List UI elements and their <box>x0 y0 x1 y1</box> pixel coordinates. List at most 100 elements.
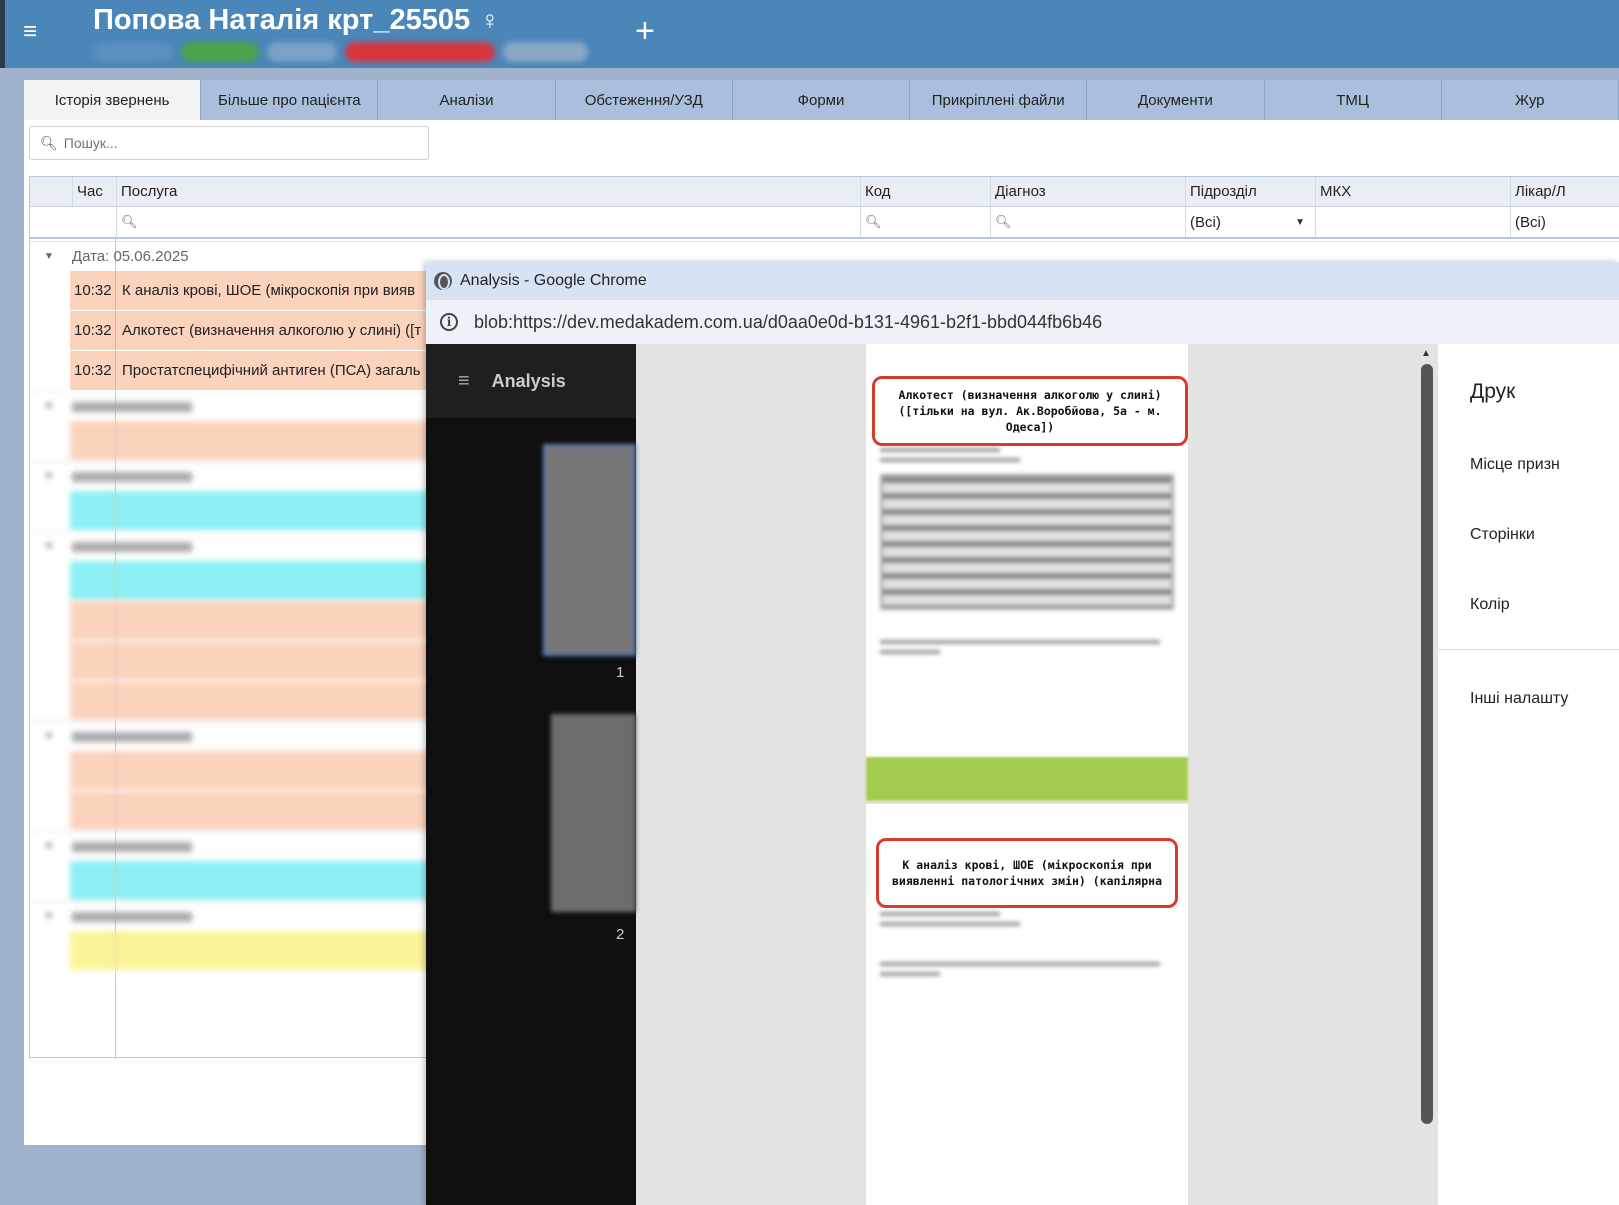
search-icon: 🔍︎ <box>121 214 138 229</box>
redacted-text <box>880 912 1030 932</box>
info-icon[interactable]: i <box>440 313 458 331</box>
app-header: ≡ Попова Наталія крт_25505 ♀ + <box>0 0 1619 68</box>
column-diagnosis[interactable]: Діагноз <box>990 177 1185 206</box>
page1-heading: Алкотест (визначення алкоголю у слині) (… <box>872 376 1188 446</box>
scroll-up-icon[interactable]: ▲ <box>1421 348 1431 359</box>
grid-filter-row: 🔍︎ 🔍︎ 🔍︎ (Всі) ▼ (Всі) <box>30 207 1619 239</box>
globe-icon <box>434 272 452 290</box>
tab-journal[interactable]: Жур <box>1441 80 1619 120</box>
redacted-line <box>880 922 1020 926</box>
patient-name: Попова Наталія крт_25505 ♀ <box>93 4 500 37</box>
redacted-line <box>880 912 1000 916</box>
hamburger-icon[interactable]: ≡ <box>23 20 45 44</box>
collapse-icon: ▼ <box>44 841 54 852</box>
search-box: 🔍︎ <box>29 126 429 160</box>
doctor-filter[interactable]: (Всі) <box>1510 207 1619 237</box>
row-time: 10:32 <box>70 311 116 350</box>
column-code[interactable]: Код <box>860 177 990 206</box>
tab-documents[interactable]: Документи <box>1087 80 1265 120</box>
collapse-icon[interactable]: ▼ <box>44 251 54 262</box>
collapse-icon: ▼ <box>44 471 54 482</box>
address-bar[interactable]: i blob:https://dev.medakadem.com.ua/d0aa… <box>426 300 1619 344</box>
page2-heading: К аналіз крові, ШОЕ (мікроскопія при вия… <box>876 838 1178 908</box>
window-title: Analysis - Google Chrome <box>460 272 647 289</box>
print-title: Друк <box>1470 380 1516 403</box>
redacted-line <box>880 448 1000 452</box>
redacted-text <box>880 640 1160 660</box>
row-service: К аналіз крові, ШОЕ (мікроскопія при вия… <box>122 282 416 299</box>
collapse-icon: ▼ <box>44 541 54 552</box>
meta-badge <box>181 42 259 62</box>
search-icon: 🔍︎ <box>995 214 1012 229</box>
row-time <box>70 601 116 640</box>
pdf-viewer: ≡ Analysis 1 2 Алкотест (визначення алко… <box>426 344 1619 1205</box>
color-label: Колір <box>1470 596 1510 613</box>
grid-header: Час Послуга Код Діагноз Підрозділ МКХ Лі… <box>30 177 1619 207</box>
redacted-text <box>71 731 192 742</box>
code-filter[interactable]: 🔍︎ <box>860 207 990 237</box>
column-mkh[interactable]: МКХ <box>1315 177 1510 206</box>
chrome-popup-window: Analysis - Google Chrome i blob:https://… <box>426 262 1619 1205</box>
mkh-filter[interactable] <box>1315 207 1510 237</box>
chrome-title-bar[interactable]: Analysis - Google Chrome <box>426 262 1619 300</box>
meta-badge <box>503 42 588 62</box>
tab-forms[interactable]: Форми <box>732 80 911 120</box>
row-time: 10:32 <box>70 351 116 390</box>
diagnosis-filter[interactable]: 🔍︎ <box>990 207 1185 237</box>
group-date-label: Дата: 05.06.2025 <box>71 248 189 265</box>
redacted-text <box>71 401 192 412</box>
viewer-title: Analysis <box>491 370 566 391</box>
redacted-text <box>71 911 192 922</box>
hamburger-icon[interactable]: ≡ <box>458 370 470 393</box>
tab-more-about-patient[interactable]: Більше про пацієнта <box>201 80 379 120</box>
row-time <box>70 791 116 830</box>
page-thumbnail-1[interactable] <box>543 444 636 656</box>
row-time <box>70 561 116 600</box>
redacted-text <box>880 962 1160 982</box>
destination-label: Місце призн <box>1470 456 1560 473</box>
redacted-text <box>71 541 192 552</box>
search-input[interactable] <box>63 135 404 151</box>
row-time: 10:32 <box>70 271 116 310</box>
row-time <box>70 861 116 900</box>
row-time <box>70 751 116 790</box>
tab-analyses[interactable]: Аналізи <box>378 80 556 120</box>
female-icon: ♀ <box>480 5 500 35</box>
column-service[interactable]: Послуга <box>116 177 860 206</box>
scrollbar-thumb[interactable] <box>1421 364 1433 1124</box>
column-time[interactable]: Час <box>72 177 116 206</box>
collapse-icon: ▼ <box>44 401 54 412</box>
add-tab-button[interactable]: + <box>635 14 655 48</box>
row-service: Алкотест (визначення алкоголю у слині) (… <box>122 322 422 339</box>
department-filter-value: (Всі) <box>1190 213 1221 231</box>
doctor-filter-value: (Всі) <box>1515 213 1546 231</box>
thumbnail-number: 1 <box>616 664 625 681</box>
department-filter[interactable]: (Всі) ▼ <box>1185 207 1315 237</box>
redacted-text <box>880 448 1030 468</box>
pdf-toolbar: ≡ Analysis <box>426 344 636 418</box>
row-time <box>70 681 116 720</box>
more-settings-toggle[interactable]: Інші налашту <box>1470 690 1568 708</box>
search-icon: 🔍︎ <box>40 134 58 151</box>
column-doctor[interactable]: Лікар/Л <box>1510 177 1619 206</box>
meta-badge <box>345 42 495 62</box>
tab-bar: Історія звернень Більше про пацієнта Ана… <box>24 80 1619 120</box>
column-department[interactable]: Підрозділ <box>1185 177 1315 206</box>
redacted-line <box>880 640 1160 644</box>
tab-attached-files[interactable]: Прикріплені файли <box>910 80 1088 120</box>
collapse-icon: ▼ <box>44 911 54 922</box>
redacted-line <box>880 962 1160 966</box>
tab-tmc[interactable]: ТМЦ <box>1264 80 1442 120</box>
divider <box>1438 649 1619 650</box>
page-thumbnail-2[interactable] <box>551 714 636 912</box>
tab-history[interactable]: Історія звернень <box>24 80 202 120</box>
service-filter[interactable]: 🔍︎ <box>116 207 860 237</box>
scrollbar[interactable]: ▲ <box>1418 344 1436 1205</box>
redacted-text <box>71 841 192 852</box>
patient-name-text: Попова Наталія крт_25505 <box>93 4 471 36</box>
url-text: blob:https://dev.medakadem.com.ua/d0aa0e… <box>474 311 1103 332</box>
redacted-line <box>880 650 940 654</box>
page-footer <box>866 757 1188 801</box>
chevron-down-icon: ▼ <box>1295 216 1305 228</box>
tab-examinations[interactable]: Обстеження/УЗД <box>555 80 733 120</box>
